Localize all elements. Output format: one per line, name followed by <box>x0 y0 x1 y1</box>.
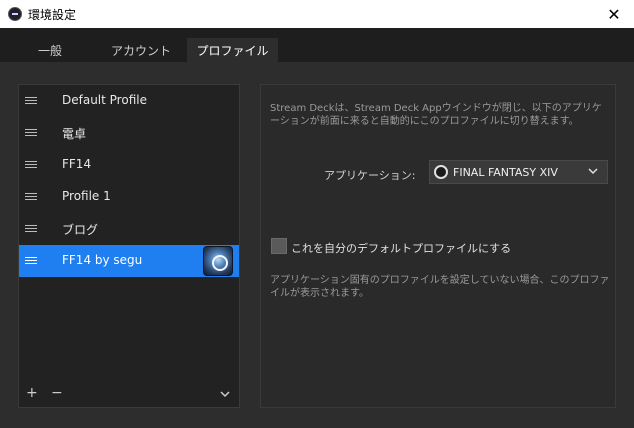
profile-list-panel: Default Profile 電卓 FF14 Profile 1 ブログ FF… <box>18 84 240 408</box>
close-button[interactable]: ✕ <box>594 0 634 28</box>
app-logo-icon <box>8 7 22 21</box>
add-profile-button[interactable]: + <box>26 385 38 401</box>
drag-handle-icon[interactable] <box>25 193 37 201</box>
auto-switch-description: Stream Deckは、Stream Deck Appウインドウが閉じ、以下の… <box>270 103 602 127</box>
default-profile-checkbox[interactable] <box>271 238 287 254</box>
profile-label: 電卓 <box>62 127 87 141</box>
application-label: アプリケーション: <box>324 169 416 182</box>
profile-label: FF14 <box>62 157 92 171</box>
drag-handle-icon[interactable] <box>25 225 37 233</box>
drag-handle-icon[interactable] <box>25 161 37 169</box>
profile-item-blog[interactable]: ブログ <box>19 213 239 245</box>
profile-item-profile1[interactable]: Profile 1 <box>19 181 239 213</box>
profile-item-calculator[interactable]: 電卓 <box>19 117 239 149</box>
tab-account[interactable]: アカウント <box>106 38 176 62</box>
tab-bar: 一般 アカウント プロファイル <box>0 28 634 62</box>
window-title: 環境設定 <box>28 8 77 22</box>
tab-profile[interactable]: プロファイル <box>187 38 278 62</box>
remove-profile-button[interactable]: − <box>51 385 63 401</box>
profile-settings-panel: Stream Deckは、Stream Deck Appウインドウが閉じ、以下の… <box>260 84 616 408</box>
profile-item-default[interactable]: Default Profile <box>19 85 239 117</box>
chevron-down-icon[interactable] <box>219 388 231 400</box>
drag-handle-icon[interactable] <box>25 129 37 137</box>
profile-label: Default Profile <box>62 93 147 107</box>
application-select[interactable]: FINAL FANTASY XIV <box>429 160 608 184</box>
profile-item-ff14[interactable]: FF14 <box>19 149 239 181</box>
ff14-app-icon <box>203 246 233 276</box>
drag-handle-icon[interactable] <box>25 257 37 265</box>
profile-label: Profile 1 <box>62 189 111 203</box>
tab-general[interactable]: 一般 <box>24 38 76 62</box>
profile-label: FF14 by segu <box>62 253 143 267</box>
profile-list-footer: + − <box>19 381 239 407</box>
title-bar: 環境設定 ✕ <box>0 0 634 28</box>
chevron-down-icon <box>588 168 598 175</box>
profile-item-ff14-by-segu[interactable]: FF14 by segu <box>19 245 239 277</box>
application-value: FINAL FANTASY XIV <box>453 166 558 179</box>
drag-handle-icon[interactable] <box>25 97 37 105</box>
profile-label: ブログ <box>62 223 99 237</box>
ff14-app-icon <box>434 165 448 179</box>
default-profile-label[interactable]: これを自分のデフォルトプロファイルにする <box>291 240 511 256</box>
close-icon: ✕ <box>607 4 621 24</box>
fallback-note: アプリケーション固有のプロファイルを設定していない場合、このプロファイルが表示さ… <box>270 275 610 299</box>
